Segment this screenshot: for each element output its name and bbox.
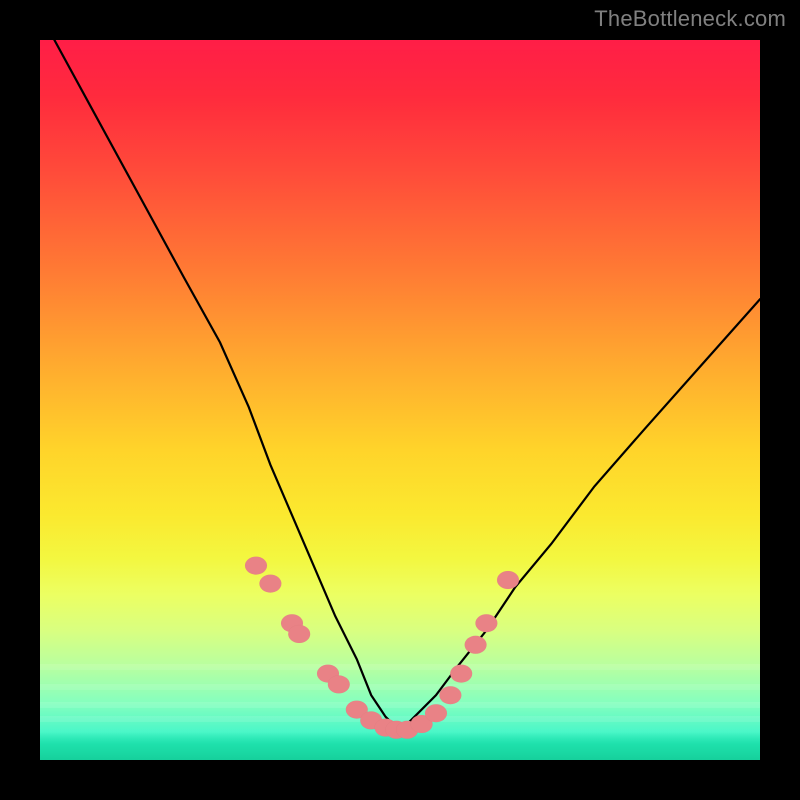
data-marker xyxy=(328,675,350,693)
data-marker xyxy=(288,625,310,643)
data-marker xyxy=(450,665,472,683)
data-marker xyxy=(259,575,281,593)
chart-frame: TheBottleneck.com xyxy=(0,0,800,800)
data-marker xyxy=(475,614,497,632)
chart-svg xyxy=(40,40,760,760)
data-marker xyxy=(465,636,487,654)
data-marker xyxy=(245,557,267,575)
data-marker xyxy=(497,571,519,589)
data-marker xyxy=(439,686,461,704)
watermark-text: TheBottleneck.com xyxy=(594,6,786,32)
bottleneck-curve xyxy=(54,40,760,731)
plot-area xyxy=(40,40,760,760)
data-marker xyxy=(425,704,447,722)
